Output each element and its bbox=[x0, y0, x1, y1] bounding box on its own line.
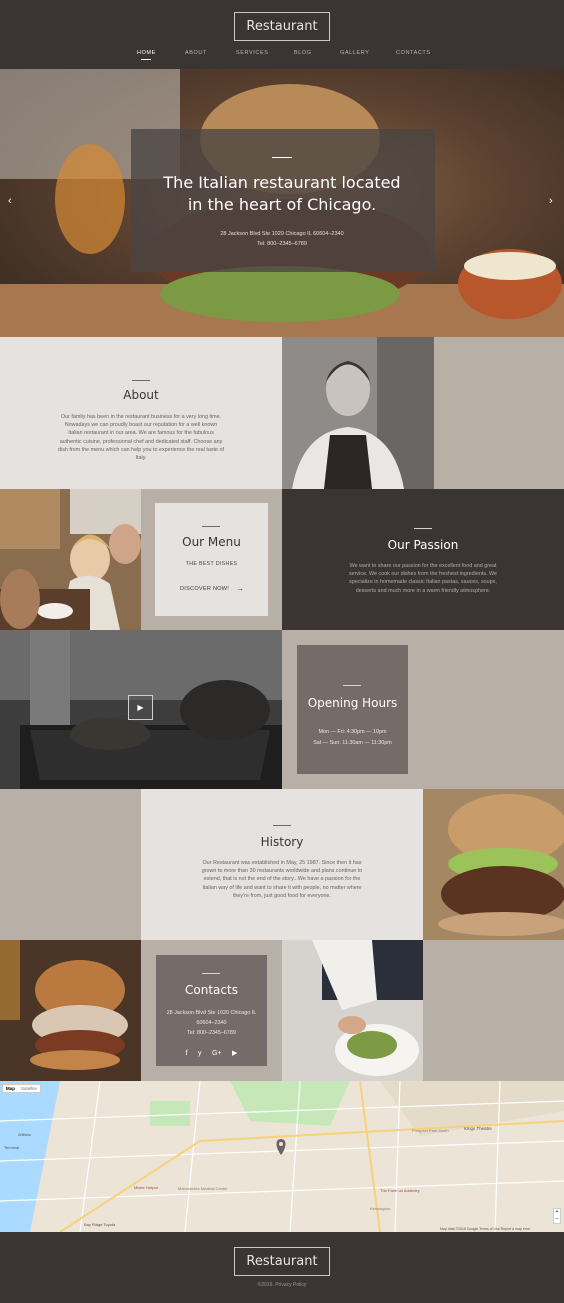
map-tab-satellite[interactable]: Satellite bbox=[18, 1085, 40, 1092]
map-type-tabs: Map Satellite bbox=[2, 1084, 42, 1093]
map-zoom-control[interactable]: + − bbox=[553, 1208, 561, 1224]
menu-card: Our Menu THE BEST DISHES DISCOVER NOW! → bbox=[155, 503, 268, 616]
hero-title: The Italian restaurant located in the he… bbox=[141, 172, 423, 216]
hours-weekdays: Mon — Fri: 4:30pm — 10pm bbox=[318, 729, 387, 735]
contacts-info: 28 Jackson Blvd Ste 1020 Chicago IL 6060… bbox=[156, 1008, 267, 1038]
hero-title-line1: The Italian restaurant located bbox=[163, 173, 401, 192]
about-divider bbox=[132, 380, 150, 381]
about-side-tile bbox=[434, 337, 564, 489]
hero-address: 28 Jackson Blvd Ste 1020 Chicago IL 6060… bbox=[220, 231, 344, 237]
hero-divider bbox=[272, 157, 292, 158]
menu-tile: Our Menu THE BEST DISHES DISCOVER NOW! → bbox=[141, 489, 282, 630]
map-label-farm: The Farm on Adderley bbox=[380, 1188, 420, 1193]
chef-photo bbox=[282, 337, 434, 489]
hero-phone: Tel: 800–2345–6789 bbox=[257, 241, 307, 247]
contacts-address-line1: 28 Jackson Blvd Ste 1020 Chicago IL bbox=[166, 1010, 257, 1016]
map-label-maimonides: Maimonides Medical Center bbox=[178, 1186, 228, 1191]
facebook-icon[interactable]: f bbox=[186, 1050, 188, 1057]
nav-item-home[interactable]: HOME bbox=[137, 50, 156, 56]
history-text: Our Restaurant was established in May, 2… bbox=[201, 860, 363, 899]
header: Restaurant HOME ABOUT SERVICES BLOG GALL… bbox=[0, 0, 564, 69]
discover-button-label: DISCOVER NOW! bbox=[180, 585, 230, 592]
menu-divider bbox=[202, 526, 220, 527]
map-label-bay-ridge-toyota: Bay Ridge Toyota bbox=[84, 1222, 116, 1227]
history-divider bbox=[273, 825, 291, 826]
map-attribution: Map data ©2016 Google Terms of Use Repor… bbox=[440, 1227, 531, 1231]
about-text: Our family has been in the restaurant bu… bbox=[58, 414, 225, 462]
nav-item-services[interactable]: SERVICES bbox=[236, 50, 269, 56]
nav-item-contacts[interactable]: CONTACTS bbox=[396, 50, 431, 56]
contacts-card: Contacts 28 Jackson Blvd Ste 1020 Chicag… bbox=[156, 955, 267, 1066]
chef-plating-photo bbox=[282, 940, 423, 1081]
passion-section: Our Passion We want to share our passion… bbox=[282, 489, 564, 630]
nav-item-gallery[interactable]: GALLERY bbox=[340, 50, 369, 56]
play-icon[interactable]: ▶ bbox=[128, 695, 153, 720]
chevron-right-icon[interactable]: › bbox=[549, 195, 553, 207]
pulled-pork-photo bbox=[0, 940, 141, 1081]
footer-copyright[interactable]: ©2016. Privacy Policy bbox=[0, 1282, 564, 1288]
map-label-prospect-park-south: Prospect Park South bbox=[412, 1128, 449, 1133]
hero-title-line2: in the heart of Chicago. bbox=[187, 195, 377, 214]
hours-section: Opening Hours Mon — Fri: 4:30pm — 10pm S… bbox=[282, 630, 564, 789]
social-links: f y G+ ▶ bbox=[156, 1042, 267, 1060]
map-tab-map[interactable]: Map bbox=[3, 1085, 18, 1092]
nav-active-indicator bbox=[141, 59, 151, 60]
passion-divider bbox=[414, 528, 432, 529]
burger-photo bbox=[423, 789, 564, 940]
map-label-willsbo: Willsbo bbox=[18, 1132, 31, 1137]
map-label-kensington: Kensington bbox=[370, 1206, 391, 1211]
history-section: History Our Restaurant was established i… bbox=[141, 789, 423, 940]
contacts-side-tile bbox=[423, 940, 564, 1081]
hero-address-block: 28 Jackson Blvd Ste 1020 Chicago IL 6060… bbox=[141, 229, 423, 249]
page: Restaurant HOME ABOUT SERVICES BLOG GALL… bbox=[0, 0, 564, 1303]
google-plus-icon[interactable]: G+ bbox=[212, 1050, 222, 1057]
discover-button[interactable]: DISCOVER NOW! → bbox=[180, 584, 244, 593]
history-title: History bbox=[260, 835, 304, 849]
passion-text: We want to share our passion for the exc… bbox=[348, 563, 498, 594]
about-section: About Our family has been in the restaur… bbox=[0, 337, 282, 489]
nav-item-about[interactable]: ABOUT bbox=[185, 50, 207, 56]
twitter-icon[interactable]: y bbox=[198, 1050, 202, 1057]
hours-title: Opening Hours bbox=[307, 696, 398, 710]
nav-item-blog[interactable]: BLOG bbox=[294, 50, 312, 56]
contacts-tile: Contacts 28 Jackson Blvd Ste 1020 Chicag… bbox=[141, 940, 282, 1081]
dining-photo bbox=[0, 489, 141, 630]
passion-title: Our Passion bbox=[387, 538, 459, 552]
arrow-right-icon: → bbox=[236, 584, 245, 593]
contacts-title: Contacts bbox=[185, 983, 238, 997]
menu-title: Our Menu bbox=[182, 535, 241, 549]
about-title: About bbox=[123, 388, 159, 402]
contacts-phone: Tel: 800–2345–6789 bbox=[187, 1030, 236, 1036]
map-label-kings-theatre: Kings Theatre bbox=[464, 1126, 492, 1131]
map-embed[interactable] bbox=[0, 1081, 564, 1232]
history-side-tile bbox=[0, 789, 141, 940]
map-label-mister-hotpot: Mister Hotpot bbox=[134, 1185, 158, 1190]
map-label-terminal: Terminal bbox=[4, 1145, 20, 1150]
footer-logo[interactable]: Restaurant bbox=[234, 1247, 330, 1276]
menu-subtitle: THE BEST DISHES bbox=[185, 561, 238, 567]
hours-times: Mon — Fri: 4:30pm — 10pm Sat — Sun: 11:3… bbox=[297, 727, 408, 749]
hours-divider bbox=[343, 685, 361, 686]
hours-card: Opening Hours Mon — Fri: 4:30pm — 10pm S… bbox=[297, 645, 408, 774]
contacts-divider bbox=[202, 973, 220, 974]
header-logo[interactable]: Restaurant bbox=[234, 12, 330, 41]
footer: Restaurant ©2016. Privacy Policy bbox=[0, 1232, 564, 1303]
hours-weekend: Sat — Sun: 11:30am — 11:30pm bbox=[313, 740, 392, 746]
contacts-address-line2: 60604–2340 bbox=[196, 1020, 227, 1026]
youtube-icon[interactable]: ▶ bbox=[232, 1049, 237, 1057]
chevron-left-icon[interactable]: ‹ bbox=[8, 195, 12, 207]
